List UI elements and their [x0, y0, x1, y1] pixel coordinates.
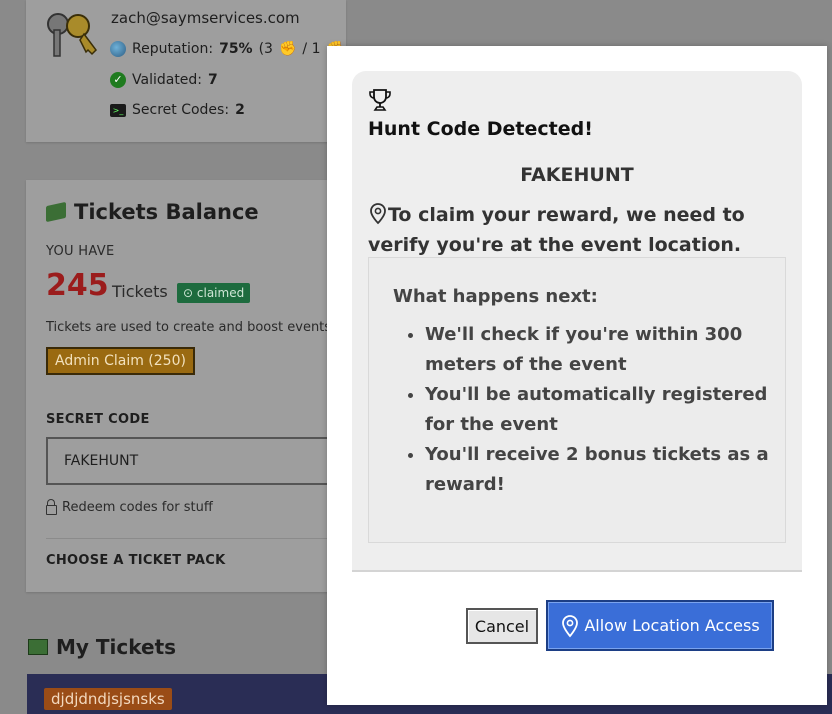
- balance-title-text: Tickets Balance: [74, 200, 259, 224]
- verify-message: To claim your reward, we need to verify …: [368, 200, 768, 260]
- allow-location-button[interactable]: Allow Location Access: [546, 600, 774, 651]
- secret-code-input[interactable]: FAKEHUNT: [46, 437, 336, 485]
- next-steps-title: What happens next:: [393, 286, 598, 307]
- check-icon: ✓: [110, 72, 126, 88]
- list-item: You'll be automatically registered for t…: [425, 380, 795, 440]
- trophy-icon: [369, 89, 391, 111]
- secret-codes-stat: >_ Secret Codes: 2: [110, 102, 245, 118]
- validated-label: Validated:: [132, 72, 203, 88]
- globe-icon: [110, 41, 126, 57]
- ticket-unit: Tickets: [112, 282, 168, 301]
- tickets-balance-card: Tickets Balance YOU HAVE 245 Tickets ⊙ c…: [26, 180, 366, 592]
- claimed-badge: ⊙ claimed: [177, 283, 251, 303]
- money-icon: [46, 201, 66, 223]
- choose-ticket-pack-label: CHOOSE A TICKET PACK: [46, 553, 226, 568]
- reputation-value: 75%: [219, 41, 253, 57]
- secret-code-label: SECRET CODE: [46, 412, 150, 427]
- thumbs-up-icon: ✊: [278, 41, 297, 57]
- redeem-hint-text: Redeem codes for stuff: [62, 500, 213, 515]
- admin-claim-button[interactable]: Admin Claim (250): [46, 347, 195, 375]
- divider: [46, 538, 366, 539]
- list-item: We'll check if you're within 300 meters …: [425, 320, 795, 380]
- secret-codes-value: 2: [235, 102, 245, 118]
- modal-content: Hunt Code Detected! FAKEHUNT To claim yo…: [352, 71, 802, 572]
- tickets-description: Tickets are used to create and boost eve…: [46, 320, 353, 335]
- ticket-tag[interactable]: djdjdndjsjsnsks: [44, 688, 172, 710]
- next-steps-box: What happens next: We'll check if you're…: [368, 257, 786, 543]
- redeem-hint: Redeem codes for stuff: [46, 498, 213, 515]
- reputation-stat: Reputation: 75% (3 ✊ / 1 ✊: [110, 41, 344, 57]
- list-item: You'll receive 2 bonus tickets as a rewa…: [425, 440, 795, 500]
- my-tickets-title: My Tickets: [56, 635, 177, 659]
- location-pin-icon: [562, 614, 579, 637]
- hunt-code: FAKEHUNT: [520, 164, 634, 186]
- cancel-button[interactable]: Cancel: [466, 608, 538, 644]
- allow-location-label: Allow Location Access: [584, 616, 760, 635]
- location-pin-icon: [370, 203, 386, 225]
- reputation-label: Reputation:: [132, 41, 214, 57]
- reputation-detail: (3: [258, 41, 273, 57]
- terminal-icon: >_: [110, 103, 126, 117]
- my-tickets-heading: My Tickets: [28, 635, 176, 659]
- tickets-stack-icon: [28, 639, 48, 655]
- next-steps-list: We'll check if you're within 300 meters …: [399, 320, 795, 500]
- hunt-code-modal: Hunt Code Detected! FAKEHUNT To claim yo…: [327, 46, 827, 705]
- profile-email: zach@saymservices.com: [111, 9, 300, 27]
- lock-icon: [46, 498, 57, 515]
- keys-icon: [47, 13, 97, 57]
- validated-stat: ✓ Validated: 7: [110, 72, 218, 88]
- ticket-count: 245: [46, 268, 109, 303]
- modal-title: Hunt Code Detected!: [368, 118, 593, 140]
- check-circle-icon: ⊙: [183, 286, 194, 300]
- verify-message-text: To claim your reward, we need to verify …: [368, 204, 745, 256]
- profile-card: zach@saymservices.com Reputation: 75% (3…: [26, 0, 346, 142]
- you-have-label: YOU HAVE: [46, 244, 115, 259]
- balance-title: Tickets Balance: [46, 200, 259, 224]
- claimed-badge-text: claimed: [196, 286, 245, 300]
- validated-value: 7: [208, 72, 218, 88]
- reputation-sep: / 1: [302, 41, 321, 57]
- secret-codes-label: Secret Codes:: [132, 102, 230, 118]
